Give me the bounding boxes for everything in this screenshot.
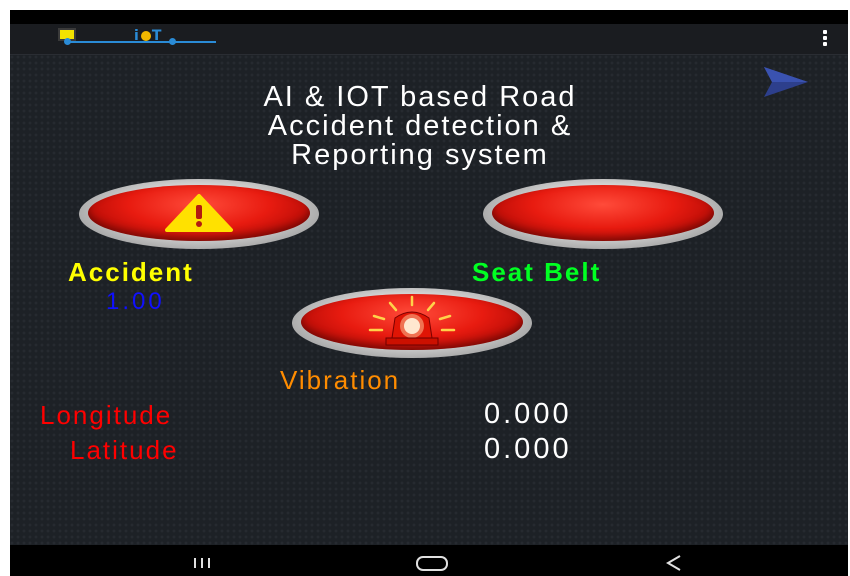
overflow-menu-icon[interactable] xyxy=(822,30,828,48)
vibration-label: Vibration xyxy=(280,365,401,395)
page-title: AI & IOT based Road Accident detection &… xyxy=(30,83,810,170)
title-line-2: Accident detection & xyxy=(267,110,573,142)
accident-label: Accident xyxy=(68,257,194,287)
status-bar xyxy=(10,10,848,24)
recents-icon[interactable] xyxy=(188,546,218,576)
latitude-label: Latitude xyxy=(70,435,179,465)
app-logo-icon xyxy=(58,28,216,45)
app-bar: iT xyxy=(10,24,848,55)
title-line-3: Reporting system xyxy=(291,139,549,171)
warning-triangle-icon xyxy=(165,194,233,232)
accident-value: 1.00 xyxy=(106,288,165,315)
phone-screen: iT AI & IOT based Road Accident detectio… xyxy=(10,10,848,576)
seat-belt-label: Seat Belt xyxy=(472,257,602,287)
accident-indicator-button[interactable] xyxy=(79,179,319,249)
title-line-1: AI & IOT based Road xyxy=(263,81,577,113)
seat-belt-indicator-button[interactable] xyxy=(483,179,723,249)
longitude-label: Longitude xyxy=(40,400,173,430)
main-content: AI & IOT based Road Accident detection &… xyxy=(10,55,848,545)
system-navigation-bar xyxy=(10,546,848,576)
siren-icon xyxy=(368,295,456,346)
home-icon[interactable] xyxy=(412,546,452,576)
vibration-indicator-button[interactable] xyxy=(292,288,532,358)
back-icon[interactable] xyxy=(660,546,690,576)
app-logo-text: iT xyxy=(134,28,163,44)
latitude-value: 0.000 xyxy=(484,433,572,465)
longitude-value: 0.000 xyxy=(484,398,572,430)
